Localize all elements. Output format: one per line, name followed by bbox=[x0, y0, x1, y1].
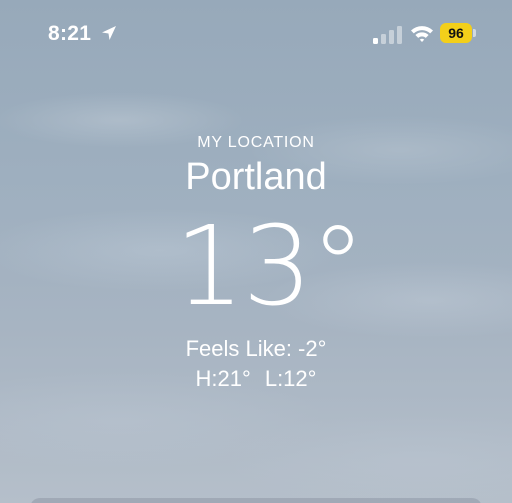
location-label: MY LOCATION bbox=[197, 134, 315, 151]
current-temperature: 13° bbox=[174, 202, 366, 330]
city-name: Portland bbox=[185, 156, 327, 198]
feels-like: Feels Like: -2° bbox=[185, 336, 327, 361]
battery-icon: 96 bbox=[440, 23, 476, 43]
wifi-icon bbox=[411, 26, 433, 42]
low-temperature: L:12° bbox=[264, 366, 317, 391]
forecast-card-edge[interactable] bbox=[30, 498, 482, 503]
battery-level: 96 bbox=[448, 25, 464, 41]
battery-nub bbox=[473, 29, 476, 37]
weather-screen: 8:21 96 MY LOCATION Portland 13° Feels L… bbox=[0, 0, 512, 503]
high-low: H:21° L:12° bbox=[0, 366, 512, 392]
status-time: 8:21 bbox=[48, 22, 92, 45]
high-temperature: H:21° bbox=[195, 366, 251, 391]
location-arrow-icon bbox=[102, 26, 116, 40]
cellular-signal-icon bbox=[373, 26, 402, 44]
status-bar: 8:21 96 bbox=[0, 0, 512, 70]
